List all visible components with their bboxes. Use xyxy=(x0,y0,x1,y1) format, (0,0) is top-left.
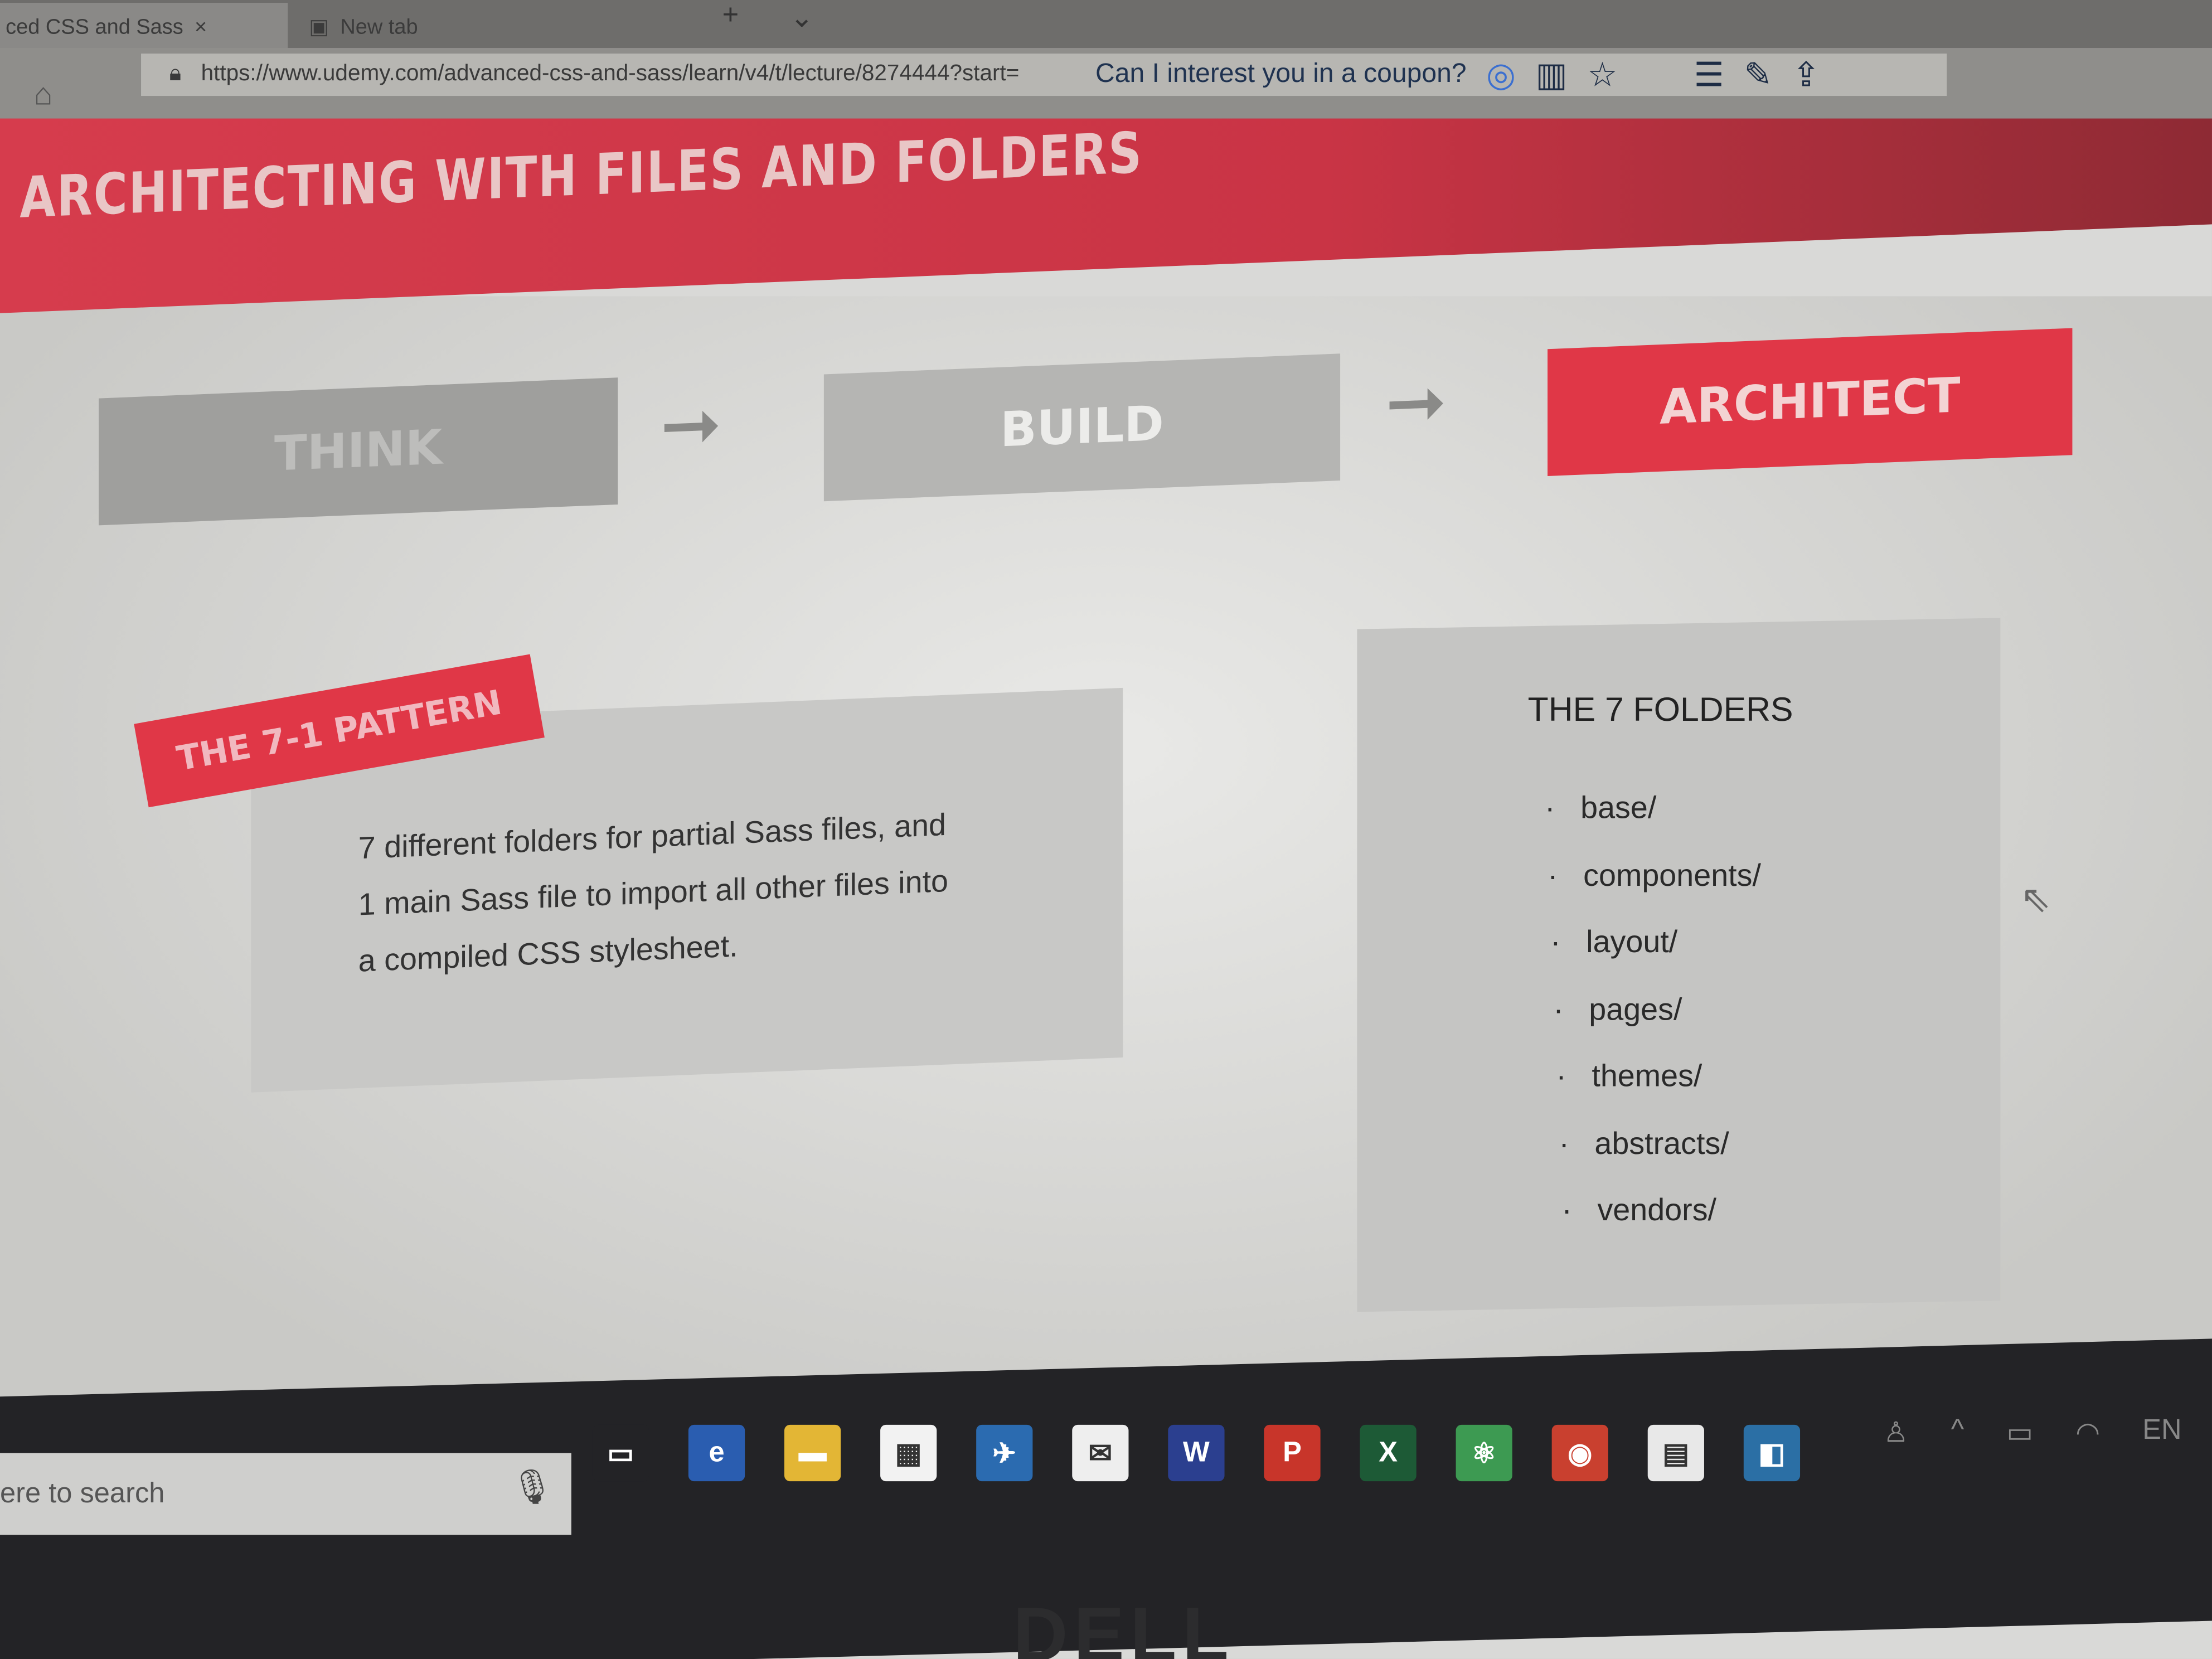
dell-logo: DELL xyxy=(1012,1593,1235,1659)
close-tab-icon[interactable]: × xyxy=(195,15,207,39)
store-icon[interactable]: ▦ xyxy=(880,1424,937,1482)
folder-name: vendors/ xyxy=(1597,1192,1717,1228)
mouse-cursor-icon: ⇖ xyxy=(2020,877,2051,920)
bullet: · xyxy=(1553,991,1564,1027)
coupon-prompt[interactable]: Can I interest you in a coupon? xyxy=(1095,59,1467,90)
address-bar[interactable]: 🔒︎ https://www.udemy.com/advanced-css-an… xyxy=(141,54,1947,96)
home-icon[interactable]: ⌂ xyxy=(34,76,53,113)
folder-name: components/ xyxy=(1583,857,1761,892)
tab-course[interactable]: ced CSS and Sass × xyxy=(0,3,288,51)
app-blue-icon[interactable]: ✈ xyxy=(976,1424,1033,1482)
url-text[interactable]: https://www.udemy.com/advanced-css-and-s… xyxy=(201,62,1020,88)
pen-icon[interactable]: ✎ xyxy=(1744,54,1772,95)
wifi-icon[interactable]: ◠ xyxy=(2075,1415,2100,1450)
word-icon[interactable]: W xyxy=(1168,1424,1225,1482)
atom-icon[interactable]: ⚛ xyxy=(1456,1424,1512,1482)
excel-icon[interactable]: X xyxy=(1360,1424,1417,1482)
edge-icon[interactable]: e xyxy=(688,1424,745,1482)
reading-view-icon[interactable]: ▥ xyxy=(1536,54,1568,95)
mail-icon[interactable]: ✉ xyxy=(1072,1424,1129,1482)
task-view-icon[interactable]: ▭ xyxy=(592,1424,649,1482)
language-indicator[interactable]: EN xyxy=(2142,1415,2181,1450)
bullet: · xyxy=(1548,857,1558,892)
arrow-right-icon: ➞ xyxy=(660,384,722,468)
lock-icon: 🔒︎ xyxy=(169,62,182,86)
honey-icon[interactable]: ◎ xyxy=(1486,54,1516,95)
app-window-icon[interactable]: ◧ xyxy=(1743,1424,1801,1482)
page-icon: ▣ xyxy=(309,15,329,40)
taskbar-apps: ▭ e ▬ ▦ ✈ ✉ W P X ⚛ ◉ ▤ ◧ xyxy=(592,1424,1801,1482)
arrow-right-icon: ➞ xyxy=(1385,361,1447,446)
new-tab-button[interactable]: + xyxy=(722,0,739,32)
step-think: THINK xyxy=(99,377,618,526)
list-item: · components/ xyxy=(1548,857,1761,924)
bullet: · xyxy=(1561,1192,1572,1228)
folder-name: themes/ xyxy=(1592,1058,1702,1094)
step-build: BUILD xyxy=(823,353,1341,502)
tab-label: New tab xyxy=(340,14,418,39)
step-architect: ARCHITECT xyxy=(1548,328,2073,477)
list-item: · themes/ xyxy=(1556,1058,1761,1125)
favorite-star-icon[interactable]: ☆ xyxy=(1587,54,1617,95)
bullet: · xyxy=(1556,1058,1566,1094)
favorites-icon[interactable]: ☰ xyxy=(1694,54,1724,95)
system-tray: ♙ ^ ▭ ◠ EN xyxy=(1883,1415,2181,1450)
list-item: · abstracts/ xyxy=(1559,1125,1761,1192)
folder-name: layout/ xyxy=(1586,924,1678,959)
folder-name: abstracts/ xyxy=(1594,1125,1729,1161)
share-icon[interactable]: ⇪ xyxy=(1792,54,1821,95)
bullet: · xyxy=(1550,924,1561,959)
taskbar-search-box[interactable]: ere to search xyxy=(0,1453,571,1535)
list-item: · pages/ xyxy=(1553,991,1761,1058)
pattern-description: 7 different folders for partial Sass fil… xyxy=(358,793,1036,989)
powerpoint-icon[interactable]: P xyxy=(1264,1424,1321,1482)
people-icon[interactable]: ♙ xyxy=(1883,1415,1908,1450)
calculator-icon[interactable]: ▤ xyxy=(1647,1424,1704,1482)
search-placeholder: ere to search xyxy=(0,1477,165,1509)
bullet: · xyxy=(1559,1125,1569,1161)
list-item: · vendors/ xyxy=(1561,1192,1761,1259)
microphone-icon[interactable]: 🎙︎ xyxy=(511,1467,554,1508)
tab-label: ced CSS and Sass xyxy=(6,14,183,39)
chevron-up-icon[interactable]: ^ xyxy=(1951,1415,1964,1450)
bullet: · xyxy=(1545,790,1555,826)
list-item: · layout/ xyxy=(1550,924,1761,991)
screen: ced CSS and Sass × ▣ New tab + ⌄ ⌂ 🔒︎ http… xyxy=(0,0,2212,1659)
folders-title: THE 7 FOLDERS xyxy=(1527,691,1793,730)
folder-name: base/ xyxy=(1580,790,1657,826)
tab-menu-chevron-icon[interactable]: ⌄ xyxy=(790,0,813,35)
file-explorer-icon[interactable]: ▬ xyxy=(784,1424,841,1482)
list-item: · base/ xyxy=(1545,790,1761,857)
tab-new-tab[interactable]: ▣ New tab xyxy=(289,3,591,51)
folders-list: · base/ · components/ · layout/ · pages/ · th… xyxy=(1545,790,1761,1259)
chrome-icon[interactable]: ◉ xyxy=(1551,1424,1608,1482)
folder-name: pages/ xyxy=(1589,991,1682,1027)
battery-icon[interactable]: ▭ xyxy=(2006,1415,2033,1450)
